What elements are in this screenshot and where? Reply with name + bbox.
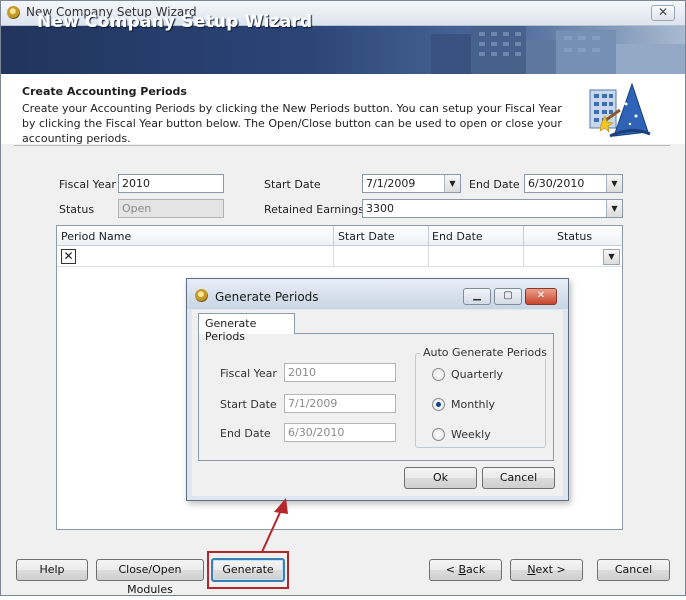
start-date-label: Start Date	[264, 178, 321, 191]
close-open-modules-button[interactable]: Close/Open Modules	[96, 559, 204, 596]
app-icon	[7, 6, 20, 19]
tab-generate-periods[interactable]: Generate Periods	[198, 313, 295, 343]
weekly-label[interactable]: Weekly	[451, 428, 491, 441]
chevron-down-icon[interactable]: ▼	[606, 175, 622, 192]
dialog-title: Generate Periods	[215, 290, 319, 304]
chevron-down-icon[interactable]: ▼	[603, 249, 620, 265]
column-header-start-date[interactable]: Start Date	[338, 230, 395, 243]
generate-button[interactable]: Generate	[211, 558, 285, 582]
dialog-start-date-label: Start Date	[220, 398, 277, 411]
back-prefix: <	[445, 563, 459, 576]
dialog-end-date-field: 6/30/2010	[284, 423, 396, 442]
column-header-end-date[interactable]: End Date	[432, 230, 483, 243]
monthly-radio[interactable]	[432, 398, 445, 411]
next-rest: ext >	[535, 563, 566, 576]
chevron-down-icon[interactable]: ▼	[606, 200, 622, 217]
status-label: Status	[59, 203, 95, 216]
x-box-icon[interactable]: ✕	[61, 249, 76, 264]
dialog-fiscal-year-label: Fiscal Year	[220, 367, 277, 380]
cell-divider	[428, 246, 429, 267]
cell-divider	[523, 246, 524, 267]
back-mnemonic: B	[458, 563, 467, 576]
fiscal-year-label: Fiscal Year	[59, 178, 116, 191]
start-date-picker[interactable]: 7/1/2009 ▼	[362, 174, 461, 193]
quarterly-radio[interactable]	[432, 368, 445, 381]
section-title: Create Accounting Periods	[22, 85, 187, 98]
banner-title: New Company Setup Wizard	[37, 12, 313, 32]
start-date-value: 7/1/2009	[366, 177, 416, 190]
cancel-button[interactable]: Cancel	[597, 559, 670, 581]
app-icon	[195, 289, 208, 302]
minimize-icon[interactable]: ▁	[463, 288, 491, 305]
weekly-radio[interactable]	[432, 428, 445, 441]
dialog-fiscal-year-field: 2010	[284, 363, 396, 382]
column-divider[interactable]	[333, 226, 334, 246]
section-description: Create your Accounting Periods by clicki…	[22, 102, 562, 145]
chevron-down-icon[interactable]: ▼	[444, 175, 460, 192]
close-icon[interactable]: ✕	[651, 5, 675, 21]
end-date-value: 6/30/2010	[528, 177, 585, 190]
next-mnemonic: N	[527, 563, 536, 576]
column-header-period-name[interactable]: Period Name	[61, 230, 131, 243]
dialog-end-date-label: End Date	[220, 427, 271, 440]
header-divider	[14, 145, 670, 146]
back-button[interactable]: < Back	[429, 559, 502, 581]
quarterly-label[interactable]: Quarterly	[451, 368, 503, 381]
back-rest: ack	[466, 563, 486, 576]
banner	[1, 26, 685, 74]
dialog-cancel-button[interactable]: Cancel	[482, 467, 555, 489]
group-title: Auto Generate Periods	[420, 346, 550, 359]
end-date-label: End Date	[469, 178, 520, 191]
dialog-start-date-field: 7/1/2009	[284, 394, 396, 413]
grid-header: Period Name Start Date End Date Status	[57, 226, 622, 246]
close-icon[interactable]: ✕	[525, 288, 557, 305]
end-date-picker[interactable]: 6/30/2010 ▼	[524, 174, 623, 193]
retained-earnings-value: 3300	[366, 202, 394, 215]
fiscal-year-field[interactable]: 2010	[118, 174, 224, 193]
wizard-building-icon	[589, 82, 651, 138]
maximize-icon[interactable]: ▢	[494, 288, 522, 305]
status-field: Open	[118, 199, 224, 218]
building-skyline-graphic	[431, 26, 685, 74]
retained-earnings-label: Retained Earnings	[264, 203, 364, 216]
annotation-arrow	[261, 498, 288, 553]
retained-earnings-combo[interactable]: 3300 ▼	[362, 199, 623, 218]
cell-divider	[333, 246, 334, 267]
monthly-label[interactable]: Monthly	[451, 398, 495, 411]
column-header-status[interactable]: Status	[557, 230, 592, 243]
ok-button[interactable]: Ok	[404, 467, 477, 489]
help-button[interactable]: Help	[16, 559, 88, 581]
column-divider[interactable]	[523, 226, 524, 246]
column-divider[interactable]	[428, 226, 429, 246]
table-row[interactable]	[57, 246, 622, 267]
next-button[interactable]: Next >	[510, 559, 583, 581]
